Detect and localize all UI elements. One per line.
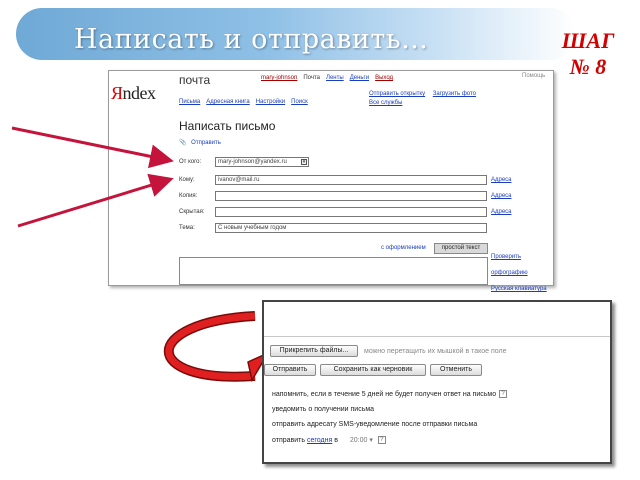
attach-hint: можно перетащить их мышкой в такое поле [364,348,507,355]
pointer-arrow-to [17,173,174,228]
attach-files-button[interactable]: Прикрепить файлы... [270,345,358,357]
send-time-select[interactable]: 20:00 ▾ [350,437,373,444]
notify-option[interactable]: уведомить о получении письма [272,406,374,413]
remind-option[interactable]: напомнить, если в течение 5 дней не буде… [272,390,508,398]
scheduled-send-option[interactable]: отправить сегодня в 20:00 ▾ ? [272,436,386,445]
help-icon[interactable]: ? [377,436,386,445]
save-draft-button[interactable]: Сохранить как черновик [320,364,426,376]
help-icon[interactable]: ? [499,390,508,398]
sms-option[interactable]: отправить адресату SMS-уведомление после… [272,421,477,428]
send-screenshot: Прикрепить файлы... можно перетащить их … [262,300,612,464]
send-button[interactable]: Отправить [264,364,316,376]
divider [264,336,610,337]
curved-arrow [165,312,256,381]
cancel-button[interactable]: Отменить [430,364,482,376]
send-day-link[interactable]: сегодня [307,437,332,444]
pointer-arrow-from [11,126,174,169]
